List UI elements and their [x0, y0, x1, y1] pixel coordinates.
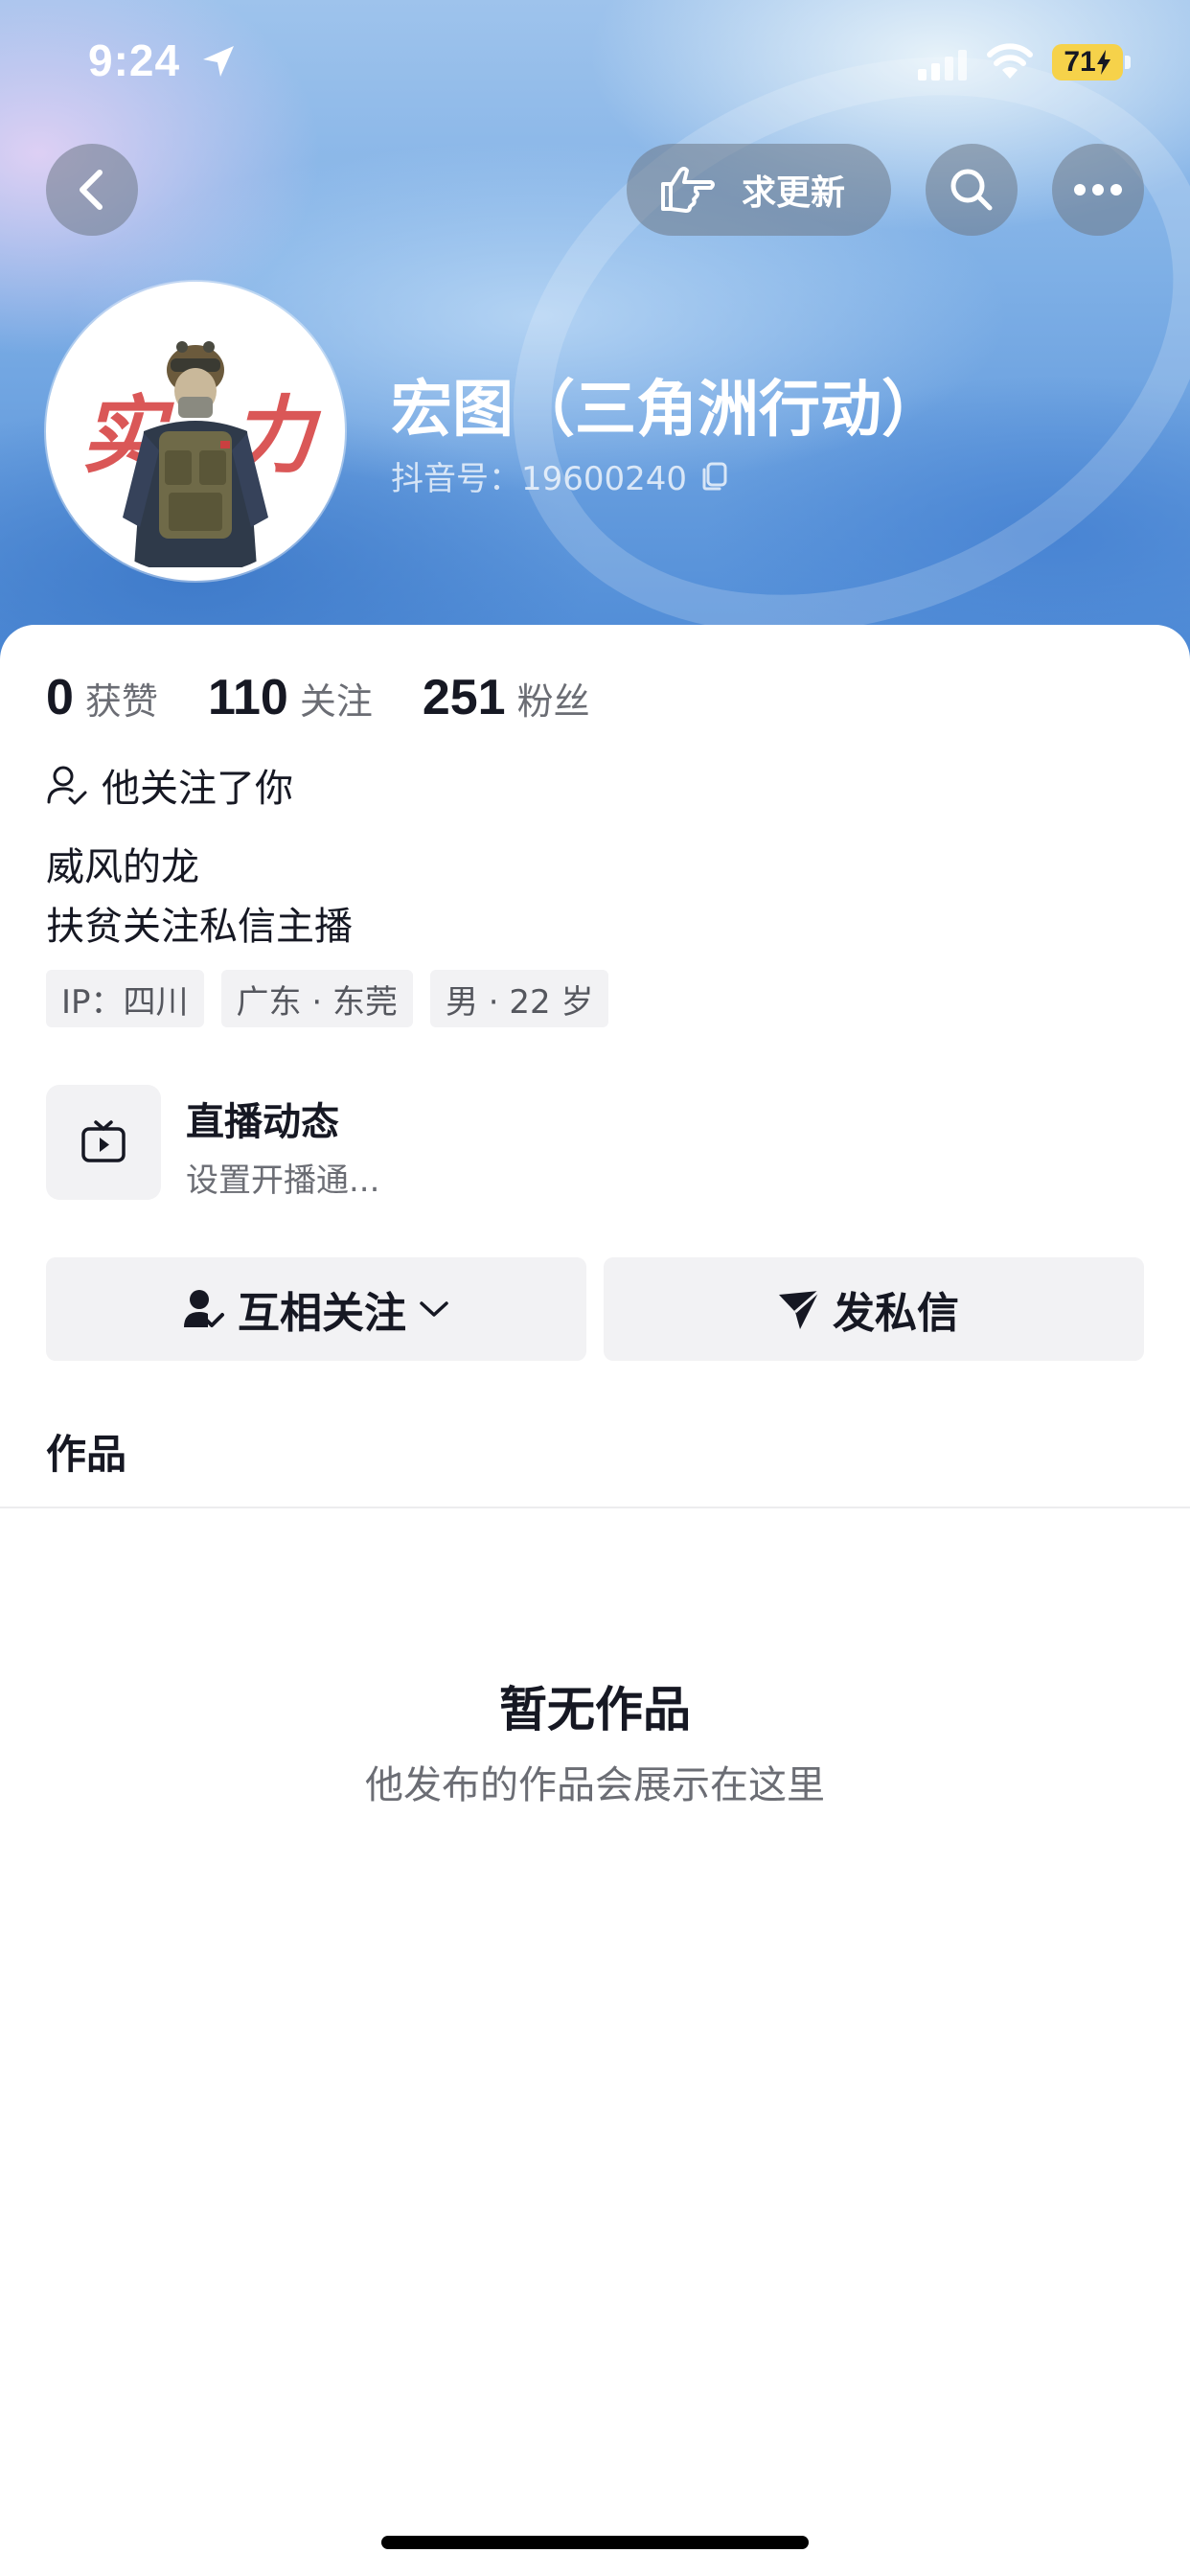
stat-value: 251 [422, 670, 506, 725]
status-time: 9:24 [88, 35, 181, 85]
profile-card: 0 获赞 110 关注 251 粉丝 他关注了你 威风的龙 扶贫关注私信主播 I… [0, 625, 1190, 2576]
search-button[interactable] [926, 144, 1018, 236]
mutual-follow-label: 互相关注 [238, 1289, 406, 1338]
live-status-button[interactable] [46, 1085, 161, 1200]
bio-line: 扶贫关注私信主播 [46, 905, 353, 949]
location-arrow-icon [203, 46, 234, 77]
bio-line: 威风的龙 [46, 845, 199, 889]
mutual-follow-button[interactable]: 互相关注 [46, 1257, 586, 1361]
douyin-id[interactable]: 抖音号：19600240 [391, 452, 731, 499]
send-message-button[interactable]: 发私信 [604, 1257, 1144, 1361]
status-bar: 9:24 71 [0, 0, 1190, 134]
stat-value: 0 [46, 670, 74, 725]
back-button[interactable] [46, 144, 138, 236]
tag-gender-age: 男 · 22 岁 [429, 970, 609, 1027]
tv-icon [81, 1120, 126, 1162]
user-check-filled-icon [184, 1290, 224, 1327]
user-check-icon [47, 766, 87, 805]
stat-label: 关注 [299, 680, 373, 723]
avatar-soldier-image: 实 力 [52, 288, 339, 575]
empty-state-title: 暂无作品 [499, 1682, 691, 1737]
username: 宏图（三角洲行动） [391, 375, 943, 446]
stat-followers[interactable]: 251 粉丝 [423, 669, 590, 726]
more-button[interactable] [1052, 144, 1144, 236]
stat-value: 110 [207, 670, 288, 725]
battery-level: 71 [1064, 46, 1096, 78]
pointing-hand-icon [661, 167, 715, 213]
empty-state-subtitle: 他发布的作品会展示在这里 [365, 1763, 825, 1807]
request-update-label: 求更新 [742, 173, 846, 213]
stat-following[interactable]: 110 关注 [208, 669, 373, 726]
battery-charging-icon [1096, 50, 1110, 75]
stat-label: 粉丝 [516, 680, 590, 723]
search-icon [950, 169, 993, 211]
request-update-button[interactable]: 求更新 [627, 144, 891, 236]
battery-indicator: 71 [1052, 44, 1123, 80]
live-title[interactable]: 直播动态 [186, 1091, 339, 1146]
profile-tags: IP：四川 广东 · 东莞 男 · 22 岁 [46, 970, 626, 1027]
chevron-left-icon [80, 170, 103, 210]
tag-ip: IP：四川 [46, 970, 204, 1027]
signal-icon [918, 50, 967, 80]
stats-row: 0 获赞 110 关注 251 粉丝 [46, 669, 640, 726]
follows-you-indicator: 他关注了你 [46, 757, 293, 813]
stat-label: 获赞 [84, 680, 158, 723]
douyin-id-text: 抖音号：19600240 [391, 460, 688, 498]
live-subtitle[interactable]: 设置开播通... [186, 1154, 379, 1201]
home-indicator[interactable] [381, 2536, 809, 2549]
tab-works[interactable]: 作品 [46, 1422, 126, 1481]
tab-divider [0, 1506, 1190, 1508]
wifi-icon [987, 43, 1033, 79]
chevron-down-icon [420, 1301, 448, 1317]
send-message-label: 发私信 [833, 1289, 959, 1338]
paper-plane-icon [779, 1289, 820, 1329]
copy-icon[interactable] [698, 460, 731, 493]
tag-location: 广东 · 东莞 [220, 970, 413, 1027]
battery-tip [1125, 56, 1131, 69]
bio: 威风的龙 扶贫关注私信主播 [46, 838, 353, 956]
avatar[interactable]: 实 力 [46, 282, 345, 581]
more-dots-icon [1074, 184, 1122, 196]
follows-you-text: 他关注了你 [102, 767, 293, 811]
stat-likes[interactable]: 0 获赞 [46, 669, 158, 726]
